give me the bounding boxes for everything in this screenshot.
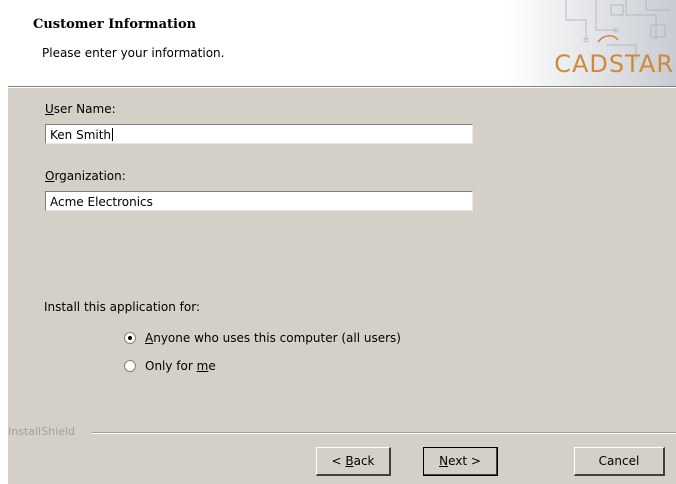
radio-unselected-icon[interactable] (124, 360, 136, 372)
organization-label-text: rganization: (54, 169, 126, 183)
next-button[interactable]: Next > (423, 447, 498, 476)
radio-dot (128, 336, 132, 340)
user-name-label: User Name: (45, 102, 116, 116)
text-caret (112, 128, 114, 141)
user-name-label-text: ser Name: (53, 102, 116, 116)
back-text: ack (353, 454, 375, 468)
user-name-value: Ken Smith (50, 128, 112, 142)
footer-divider-highlight (92, 433, 676, 434)
radio-all-users-mnemonic: A (145, 331, 154, 345)
radio-all-users-label: Anyone who uses this computer (all users… (145, 331, 401, 345)
installshield-brand: InstallShield (8, 425, 75, 438)
radio-only-me-prefix: Only for (145, 359, 197, 373)
cancel-button[interactable]: Cancel (574, 447, 665, 476)
header-divider-highlight (8, 87, 676, 88)
cadstar-logo: CADSTAR (506, 0, 676, 86)
radio-only-me-text: e (208, 359, 216, 373)
back-button[interactable]: < Back (316, 447, 391, 476)
next-text: ext > (448, 454, 481, 468)
page-subtitle: Please enter your information. (42, 46, 225, 60)
organization-label: Organization: (45, 169, 126, 183)
logo-text: CADSTAR (554, 50, 674, 78)
radio-selected-icon[interactable] (124, 332, 136, 344)
back-mnemonic: B (345, 454, 354, 468)
radio-only-me-mnemonic: m (196, 359, 209, 373)
organization-field[interactable]: Acme Electronics (45, 191, 473, 211)
user-name-label-mnemonic: U (45, 102, 54, 116)
organization-value: Acme Electronics (50, 195, 153, 209)
radio-only-me[interactable]: Only for me (124, 359, 216, 373)
radio-all-users[interactable]: Anyone who uses this computer (all users… (124, 331, 401, 345)
back-prefix: < (331, 454, 346, 468)
page-title: Customer Information (33, 17, 197, 32)
radio-all-users-text: nyone who uses this computer (all users) (153, 331, 401, 345)
next-mnemonic: N (439, 454, 449, 468)
user-name-field[interactable]: Ken Smith (45, 124, 473, 144)
radio-only-me-label: Only for me (145, 359, 216, 373)
installer-dialog: Customer Information Please enter your i… (8, 0, 676, 484)
install-for-label: Install this application for: (44, 300, 200, 314)
header-banner: Customer Information Please enter your i… (8, 0, 676, 86)
